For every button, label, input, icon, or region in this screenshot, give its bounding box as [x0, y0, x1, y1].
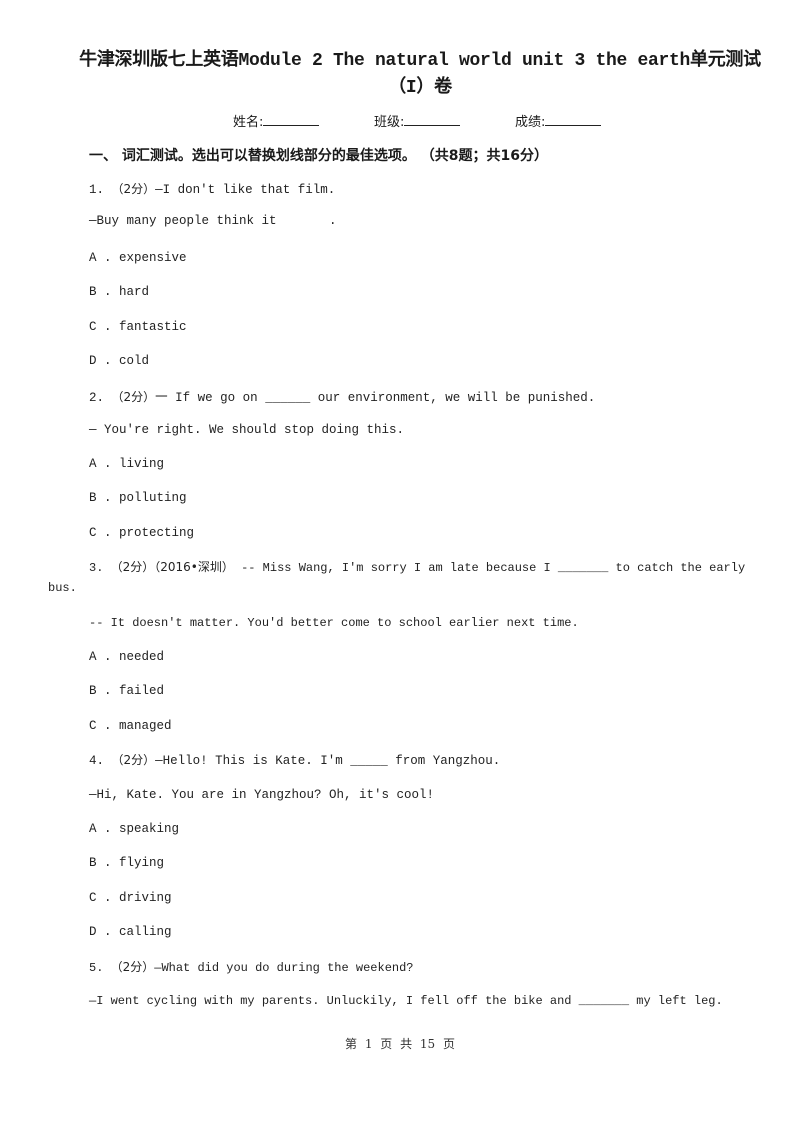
question-1-option-b: B . hard: [89, 285, 150, 299]
question-points: （2分）: [111, 753, 156, 767]
section-heading: 一、 词汇测试。选出可以替换划线部分的最佳选项。 （共8题；共16分）: [89, 148, 548, 164]
question-points: （2分）: [110, 960, 155, 974]
question-1-stem: 1. （2分）—I don't like that film.: [89, 180, 335, 197]
title-line-2: （I）卷: [388, 78, 452, 98]
question-1-option-c: C . fantastic: [89, 320, 187, 334]
question-4-option-c: C . driving: [89, 891, 172, 905]
question-1-reply: —Buy many people think it .: [89, 214, 337, 228]
question-source: （2016•深圳）: [154, 560, 234, 574]
question-4-option-a: A . speaking: [89, 822, 180, 836]
document-title: 牛津深圳版七上英语Module 2 The natural world unit…: [60, 48, 780, 102]
class-field: 班级:: [374, 111, 461, 130]
question-4-option-d: D . calling: [89, 925, 172, 939]
question-3-option-a: A . needed: [89, 650, 165, 664]
question-number: 4.: [89, 754, 105, 768]
question-4-reply: —Hi, Kate. You are in Yangzhou? Oh, it's…: [89, 788, 435, 802]
score-field: 成绩:: [515, 111, 602, 130]
question-text: —Hello! This is Kate. I'm _____ from Yan…: [155, 754, 501, 768]
name-blank: [263, 113, 320, 126]
question-number: 5.: [89, 961, 104, 975]
question-5-reply: —I went cycling with my parents. Unlucki…: [89, 994, 723, 1008]
question-number: 1.: [89, 183, 105, 197]
question-text: 一 If we go on ______ our environment, we…: [155, 391, 596, 405]
question-1-option-d: D . cold: [89, 354, 150, 368]
question-2-option-b: B . polluting: [89, 491, 187, 505]
question-3-stem-continued: bus.: [48, 581, 77, 595]
question-2-option-a: A . living: [89, 457, 165, 471]
question-text: —What did you do during the weekend?: [154, 961, 414, 975]
question-3-option-b: B . failed: [89, 684, 165, 698]
question-number: 3.: [89, 561, 104, 575]
question-2-stem: 2. （2分）一 If we go on ______ our environm…: [89, 386, 595, 405]
question-2-option-c: C . protecting: [89, 526, 195, 540]
question-points: （2分）: [110, 560, 155, 574]
question-3-reply: -- It doesn't matter. You'd better come …: [89, 616, 579, 630]
question-points: （2分）: [111, 182, 156, 196]
student-info: 姓名: 班级: 成绩:: [0, 111, 800, 131]
question-2-reply: — You're right. We should stop doing thi…: [89, 423, 405, 437]
question-3-option-c: C . managed: [89, 719, 172, 733]
score-blank: [545, 113, 602, 126]
question-text: -- Miss Wang, I'm sorry I am late becaus…: [241, 561, 746, 575]
page-footer: 第 1 页 共 15 页: [345, 1037, 455, 1051]
name-field: 姓名:: [233, 111, 320, 130]
question-points: （2分）: [111, 390, 156, 404]
question-3-stem: 3. （2分）（2016•深圳） -- Miss Wang, I'm sorry…: [89, 558, 745, 575]
title-line-1: 牛津深圳版七上英语Module 2 The natural world unit…: [79, 51, 761, 71]
question-5-stem: 5. （2分）—What did you do during the weeke…: [89, 958, 414, 975]
question-number: 2.: [89, 391, 105, 405]
class-label: 班级:: [374, 115, 405, 130]
question-1-option-a: A . expensive: [89, 251, 187, 265]
question-4-stem: 4. （2分）—Hello! This is Kate. I'm _____ f…: [89, 751, 500, 768]
name-label: 姓名:: [233, 115, 264, 130]
question-text: —I don't like that film.: [155, 183, 336, 197]
class-blank: [404, 113, 461, 126]
score-label: 成绩:: [515, 115, 546, 130]
question-4-option-b: B . flying: [89, 856, 165, 870]
